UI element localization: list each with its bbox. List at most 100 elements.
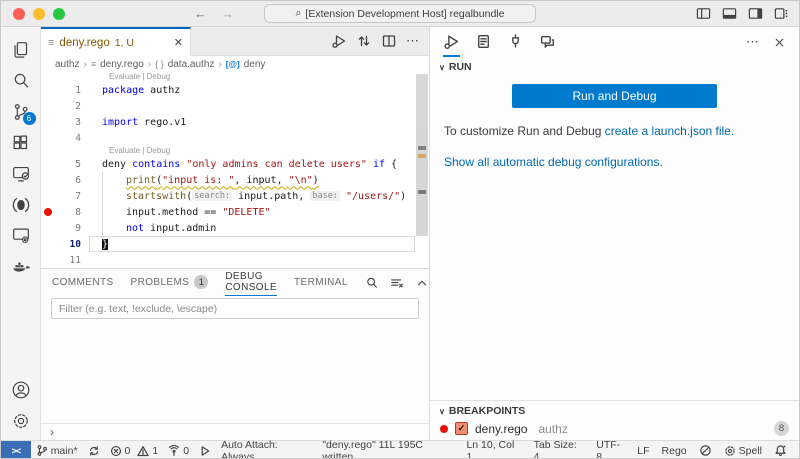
debug-status-icon[interactable] [194,441,216,459]
run-and-debug-icon[interactable] [443,27,460,57]
docker-icon[interactable] [5,251,37,282]
remote-indicator[interactable]: >< [1,441,31,459]
title-bar: ← → ⌕ [Extension Development Host] regal… [1,1,799,27]
breadcrumb-package[interactable]: data.authz [168,59,215,70]
code-line[interactable]: 7startswith(search: input.path, base: "/… [41,188,429,204]
code-line[interactable]: 6print("input is: ", input, "\n") [41,172,429,188]
close-window-button[interactable] [13,8,25,20]
zoom-window-button[interactable] [53,8,65,20]
debug-console-filter-input[interactable] [51,298,419,319]
file-icon: ≡ [91,59,96,69]
line-number: 4 [55,133,89,144]
line-number: 3 [55,117,89,128]
error-count: 0 [125,445,131,457]
panel-search-icon[interactable] [365,276,379,290]
close-sidebar-icon[interactable] [773,36,786,49]
breakpoint-checkbox[interactable]: ✓ [455,422,468,435]
code-line[interactable]: 11 [41,252,429,268]
clear-console-icon[interactable] [390,276,404,290]
breadcrumb-authz[interactable]: authz [55,59,79,70]
code-line[interactable]: 8input.method == "DELETE" [41,204,429,220]
file-icon: ≡ [48,37,54,49]
breakpoints-section-header[interactable]: ∨ BREAKPOINTS [430,401,799,419]
indent-guide [102,220,126,236]
back-icon[interactable]: ← [194,7,207,20]
language-mode-status[interactable]: Rego [656,441,693,459]
plug-icon[interactable] [507,27,524,57]
chevron-down-icon: ∨ [439,407,445,416]
run-or-debug-icon[interactable] [331,33,347,49]
opa-extension-icon[interactable] [5,189,37,220]
breadcrumb-symbol[interactable]: deny [244,59,266,70]
source-control-icon[interactable]: 6 [5,96,37,127]
symbol-icon: [@] [226,59,240,69]
problems-status[interactable]: 0 1 [105,441,164,459]
breakpoint-dot-icon[interactable] [41,208,55,216]
debug-console-repl-prompt[interactable]: › [41,423,429,440]
explorer-icon[interactable] [5,34,37,65]
accounts-icon[interactable] [5,374,37,405]
toggle-secondary-sidebar-icon[interactable] [748,6,763,21]
code-line[interactable]: 1package authz [41,82,429,98]
show-all-configs-text: Show all automatic debug configurations. [444,154,785,170]
auto-attach-status[interactable]: Auto Attach: Always [216,441,317,459]
tab-terminal[interactable]: TERMINAL [294,269,348,296]
notebook-icon[interactable] [475,27,492,57]
breadcrumb: authz › ≡ deny.rego › { } data.authz › [… [41,56,429,72]
show-all-configurations-link[interactable]: Show all automatic debug configurations. [444,155,663,169]
minimize-window-button[interactable] [33,8,45,20]
command-center-search[interactable]: ⌕ [Extension Development Host] regalbund… [264,4,536,23]
spell-status[interactable]: Spell [718,441,768,459]
debug-console-output[interactable] [41,319,429,423]
editor-more-actions-icon[interactable]: ⋯ [406,33,420,49]
ports-status[interactable]: 0 [163,441,194,459]
split-editor-icon[interactable] [381,33,397,49]
code-line[interactable]: 10} [41,236,429,252]
breakpoint-file: deny.rego [475,422,527,436]
warning-count: 1 [152,445,158,457]
encoding-status[interactable]: UTF-8 [590,441,631,459]
branch-status[interactable]: main* [31,441,83,459]
indentation-status[interactable]: Tab Size: 4 [528,441,591,459]
toggle-primary-sidebar-icon[interactable] [696,6,711,21]
run-and-debug-button[interactable]: Run and Debug [512,84,717,108]
cursor-position-status[interactable]: Ln 10, Col 1 [460,441,527,459]
code-line[interactable]: 9not input.admin [41,220,429,236]
copilot-disabled-icon[interactable] [693,441,718,459]
editor-scrollbar[interactable] [416,74,428,236]
toggle-panel-icon[interactable] [722,6,737,21]
codelens-action[interactable]: Evaluate | Debug [41,146,429,156]
line-content: not input.admin [89,220,415,236]
indent-guide [102,172,126,188]
manage-gear-icon[interactable] [5,405,37,436]
tab-problems[interactable]: PROBLEMS1 [131,269,209,296]
code-line[interactable]: 2 [41,98,429,114]
forward-icon[interactable]: → [221,7,234,20]
maximize-panel-icon[interactable] [415,276,429,290]
remote-explorer-icon[interactable] [5,158,37,189]
code-line[interactable]: 3import rego.v1 [41,114,429,130]
create-launch-json-link[interactable]: create a launch.json file. [605,124,734,138]
sync-status[interactable] [83,441,105,459]
tab-comments[interactable]: COMMENTS [52,269,114,296]
sidebar-more-actions-icon[interactable]: ⋯ [746,34,760,50]
run-section-header[interactable]: ∨ RUN [430,57,799,75]
eol-status[interactable]: LF [631,441,655,459]
tab-deny-rego[interactable]: ≡ deny.rego 1, U ✕ [41,27,191,56]
breakpoint-list-item[interactable]: ✓ deny.rego authz 8 [430,419,799,440]
customize-layout-icon[interactable] [774,6,789,21]
close-tab-icon[interactable]: ✕ [174,36,183,49]
code-line[interactable]: 4 [41,130,429,146]
codelens-action[interactable]: Evaluate | Debug [41,72,429,82]
breadcrumb-file[interactable]: deny.rego [100,59,144,70]
window-title: [Extension Development Host] regalbundle [305,8,504,20]
screen-gear-icon[interactable] [5,220,37,251]
code-editor[interactable]: Evaluate | Debug1package authz23import r… [41,72,429,268]
swap-arrows-icon[interactable] [356,33,372,49]
search-sidebar-icon[interactable] [5,65,37,96]
code-line[interactable]: 5deny contains "only admins can delete u… [41,156,429,172]
extensions-icon[interactable] [5,127,37,158]
notifications-bell-icon[interactable] [768,441,793,459]
tab-debug-console[interactable]: DEBUG CONSOLE [225,269,277,296]
comments-icon[interactable] [539,27,556,57]
